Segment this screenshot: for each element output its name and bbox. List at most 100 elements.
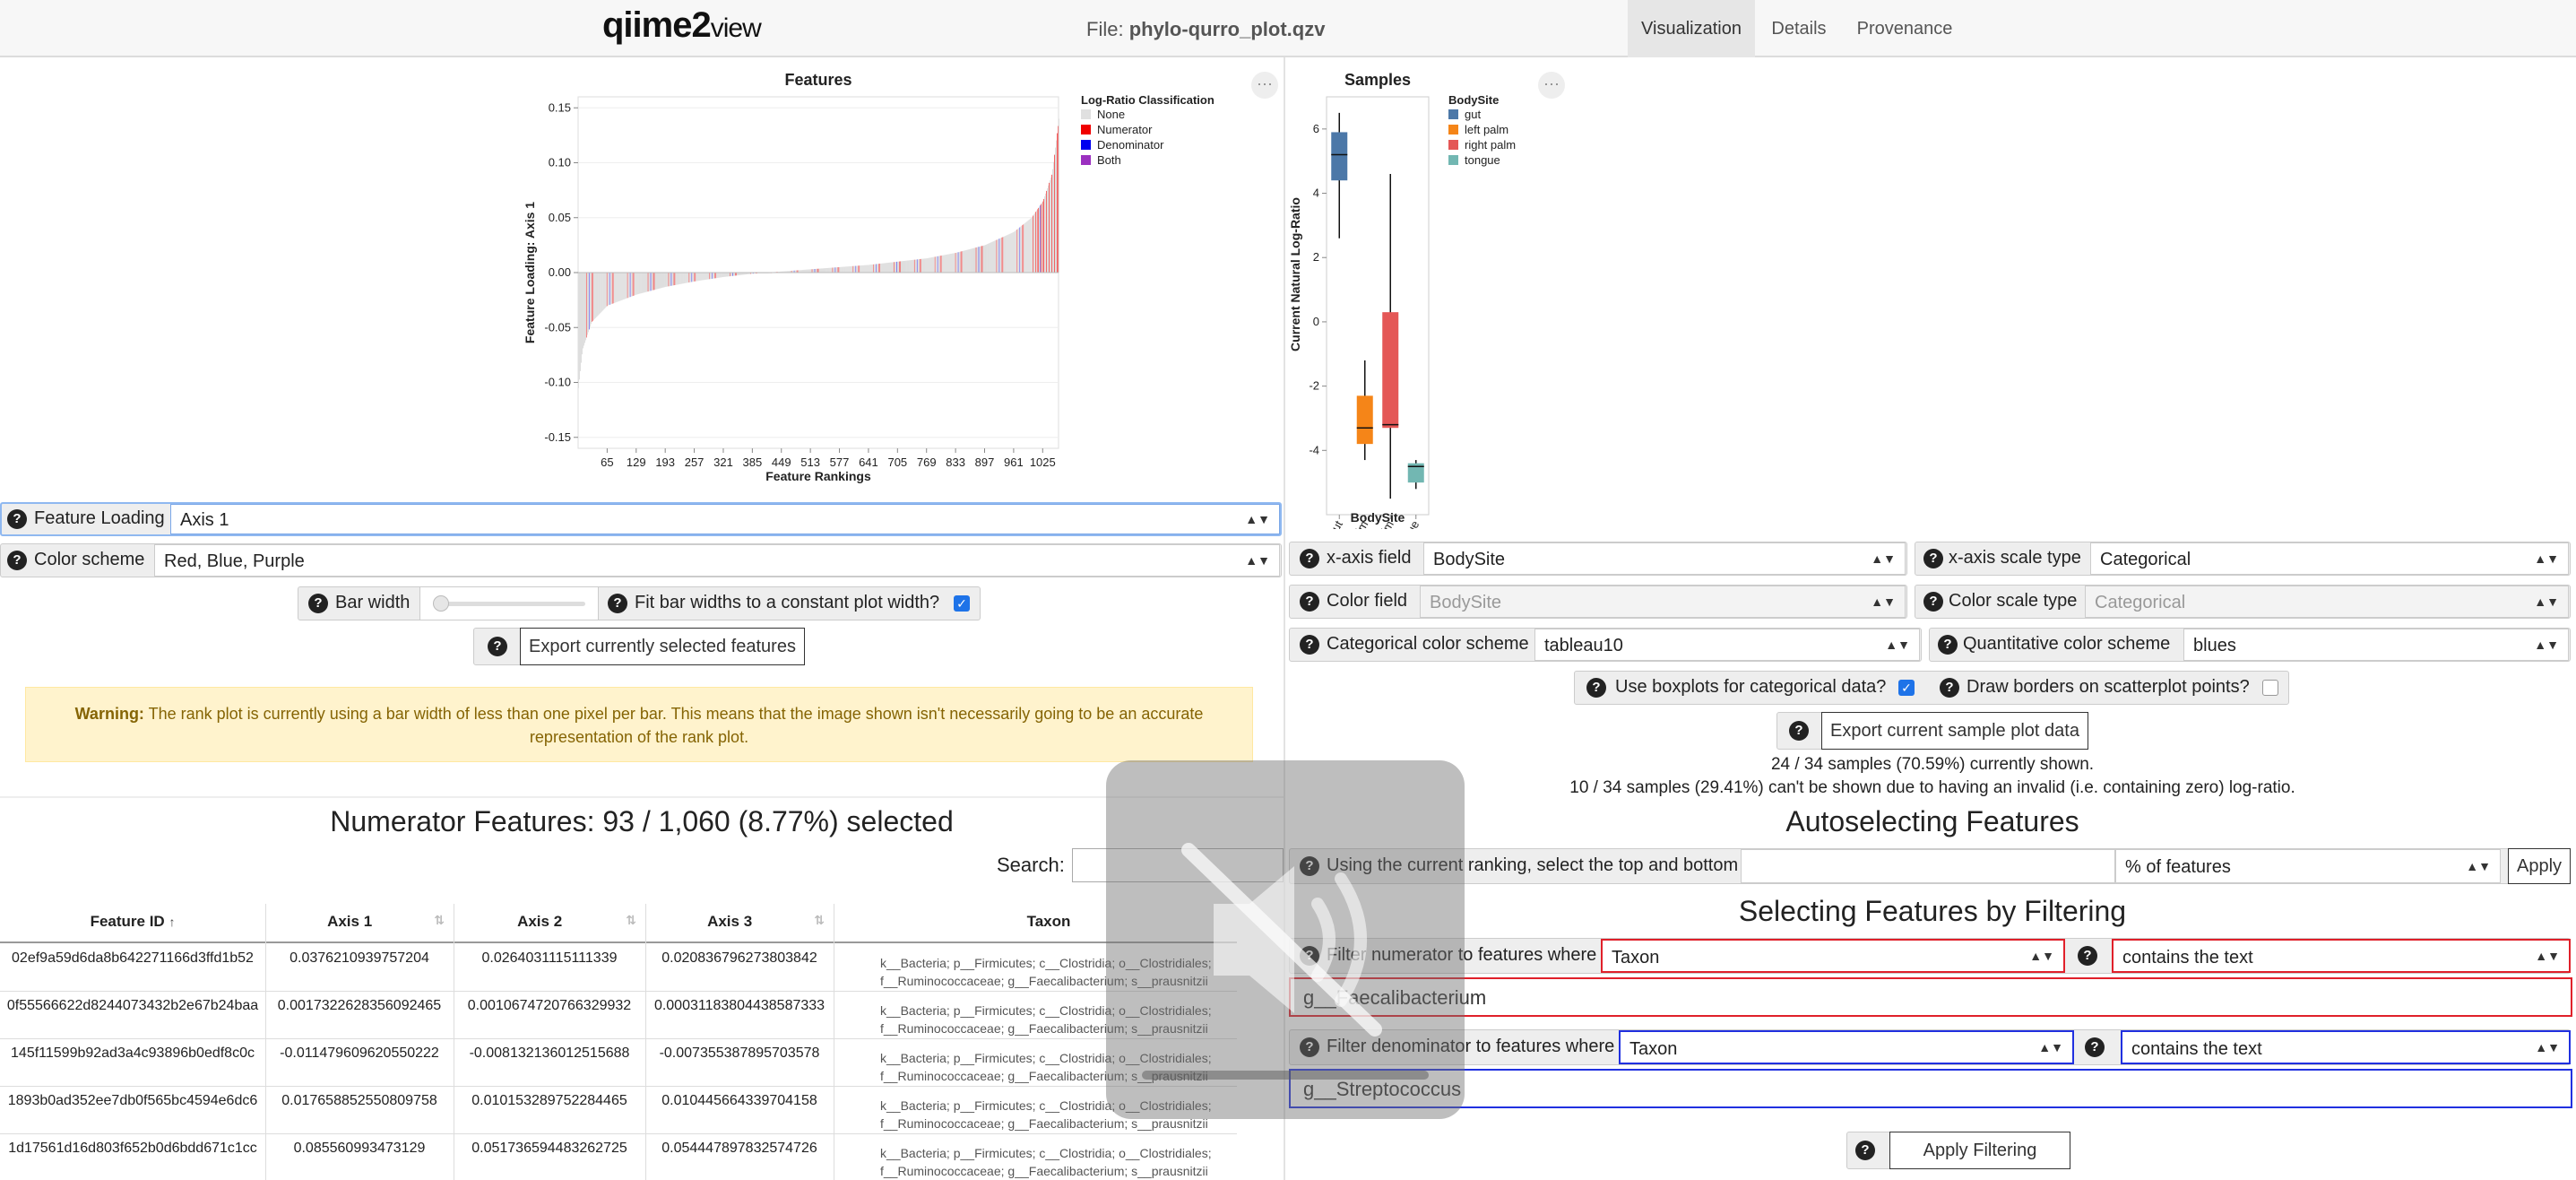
denominator-field-select[interactable]: Taxon ▲▼: [1619, 1030, 2074, 1064]
help-icon[interactable]: ?: [2078, 946, 2097, 966]
help-icon[interactable]: ?: [1300, 592, 1319, 612]
numerator-op-select[interactable]: contains the text ▲▼: [2112, 939, 2571, 973]
feature-bar: [1033, 214, 1035, 273]
help-icon[interactable]: ?: [1586, 678, 1606, 698]
col-header-axis3[interactable]: Axis 3 ⇅: [645, 913, 834, 931]
feature-bar: [1054, 154, 1056, 273]
color-scale-select[interactable]: Categorical ▲▼: [2085, 586, 2569, 618]
feature-bar: [655, 273, 657, 290]
feature-bar: [1004, 236, 1006, 273]
help-icon[interactable]: ?: [1923, 592, 1943, 612]
features-x-ticks: 65 129 193 257 321 385 449 513 577 641 705 769 833 89…: [601, 448, 1056, 469]
quantitative-color-select[interactable]: blues ▲▼: [2183, 629, 2569, 661]
feature-bar: [913, 259, 915, 273]
slider-thumb[interactable]: [433, 595, 449, 612]
feature-bar: [824, 268, 826, 273]
denominator-op-select[interactable]: contains the text ▲▼: [2121, 1030, 2571, 1064]
feature-bar: [1039, 206, 1041, 273]
feature-bar: [723, 273, 725, 277]
feature-bar: [896, 261, 898, 273]
feature-bar: [935, 256, 937, 273]
export-samples-button[interactable]: Export current sample plot data: [1821, 712, 2088, 750]
feature-bar: [1009, 233, 1011, 273]
col-header-axis2[interactable]: Axis 2 ⇅: [454, 913, 645, 931]
help-icon[interactable]: ?: [1300, 635, 1319, 655]
feature-bar: [669, 273, 670, 287]
autoselect-unit-select[interactable]: % of features ▲▼: [2115, 849, 2501, 883]
feature-bar: [997, 239, 998, 273]
feature-loading-select[interactable]: Axis 1 ▲▼: [170, 504, 1280, 534]
numerator-text-input[interactable]: g__Faecalibacterium: [1289, 977, 2572, 1017]
feature-bar: [889, 262, 891, 273]
feature-bar: [1058, 126, 1059, 273]
samples-menu-ellipsis-icon[interactable]: ···: [1538, 72, 1565, 99]
apply-filtering-button[interactable]: Apply Filtering: [1889, 1132, 2070, 1169]
x-axis-scale-select[interactable]: Categorical ▲▼: [2090, 542, 2569, 575]
categorical-color-select[interactable]: tableau10 ▲▼: [1534, 629, 1920, 661]
feature-bar: [929, 257, 931, 273]
feature-bar: [1045, 193, 1047, 273]
qiime2view-logo[interactable]: qiime2view: [602, 5, 762, 46]
feature-bar: [881, 263, 883, 273]
feature-bar: [609, 273, 611, 305]
feature-bar: [721, 273, 722, 278]
help-icon[interactable]: ?: [488, 637, 507, 656]
muted-speaker-icon: [1142, 843, 1429, 1080]
features-rank-plot[interactable]: Features 0.15 0.10 0.05 0.00 -0.05 -0.10 -0.15…: [502, 63, 1291, 493]
numerator-features-heading: Numerator Features: 93 / 1,060 (8.77%) s…: [330, 805, 954, 837]
feature-bar: [628, 273, 630, 298]
feature-bar: [944, 255, 946, 273]
feature-bar: [820, 268, 822, 273]
boxplot-checkbox[interactable]: ✓: [1898, 680, 1915, 696]
help-icon[interactable]: ?: [608, 594, 627, 613]
x-axis-field-select[interactable]: BodySite ▲▼: [1423, 542, 1906, 575]
help-icon[interactable]: ?: [7, 551, 27, 570]
samples-box-plot[interactable]: Samples 6 4 2 0 -2 -4 gut left palm right palmt…: [1287, 63, 1574, 529]
features-menu-ellipsis-icon[interactable]: ···: [1251, 72, 1278, 99]
export-features-button[interactable]: Export currently selected features: [520, 628, 805, 665]
autoselect-apply-button[interactable]: Apply: [2508, 848, 2571, 884]
feature-bar: [687, 273, 689, 283]
bar-width-slider[interactable]: [419, 587, 599, 620]
feature-bar: [903, 260, 904, 273]
help-icon[interactable]: ?: [1855, 1141, 1875, 1160]
feature-bar: [859, 265, 860, 273]
feature-bar: [826, 267, 828, 273]
borders-checkbox[interactable]: [2262, 680, 2278, 696]
y-tick-label: 0.00: [549, 265, 571, 279]
feature-bar: [830, 267, 832, 273]
tab-visualization[interactable]: Visualization: [1628, 0, 1755, 57]
x-tick-label: 129: [627, 456, 646, 469]
help-icon[interactable]: ?: [1923, 549, 1943, 568]
tab-details[interactable]: Details: [1755, 0, 1843, 57]
feature-bar: [851, 265, 853, 273]
x-tick-label: 321: [713, 456, 733, 469]
help-icon[interactable]: ?: [1300, 549, 1319, 568]
help-icon[interactable]: ?: [1789, 721, 1809, 741]
tab-provenance[interactable]: Provenance: [1843, 0, 1967, 57]
help-icon[interactable]: ?: [1938, 635, 1958, 655]
section-divider: [0, 796, 1284, 798]
help-icon[interactable]: ?: [308, 594, 328, 613]
fit-bar-checkbox[interactable]: ✓: [954, 595, 970, 612]
color-scheme-select[interactable]: Red, Blue, Purple ▲▼: [154, 544, 1280, 577]
filtering-heading: Selecting Features by Filtering: [1738, 895, 2127, 927]
color-field-select[interactable]: BodySite ▲▼: [1420, 586, 1906, 618]
help-icon[interactable]: ?: [7, 509, 27, 529]
table-cell-a3: 0.00031183804438587333: [653, 998, 826, 1013]
numerator-field-select[interactable]: Taxon ▲▼: [1601, 939, 2065, 973]
denominator-text-input[interactable]: g__Streptococcus: [1289, 1069, 2572, 1108]
feature-bar: [989, 243, 990, 273]
feature-bar: [980, 246, 981, 273]
x-tick-label: 193: [655, 456, 675, 469]
sort-icon: ⇅: [626, 913, 636, 927]
help-icon[interactable]: ?: [1940, 678, 1959, 698]
col-header-axis1[interactable]: Axis 1 ⇅: [265, 913, 454, 931]
feature-bar: [1048, 185, 1050, 273]
legend-swatch: [1448, 155, 1458, 165]
y-tick-label: 0.10: [549, 156, 571, 169]
autoselect-number-input[interactable]: [1741, 849, 2115, 883]
feature-bar: [837, 267, 839, 273]
col-header-feature-id[interactable]: Feature ID ↑: [0, 913, 265, 931]
help-icon[interactable]: ?: [2085, 1037, 2105, 1057]
